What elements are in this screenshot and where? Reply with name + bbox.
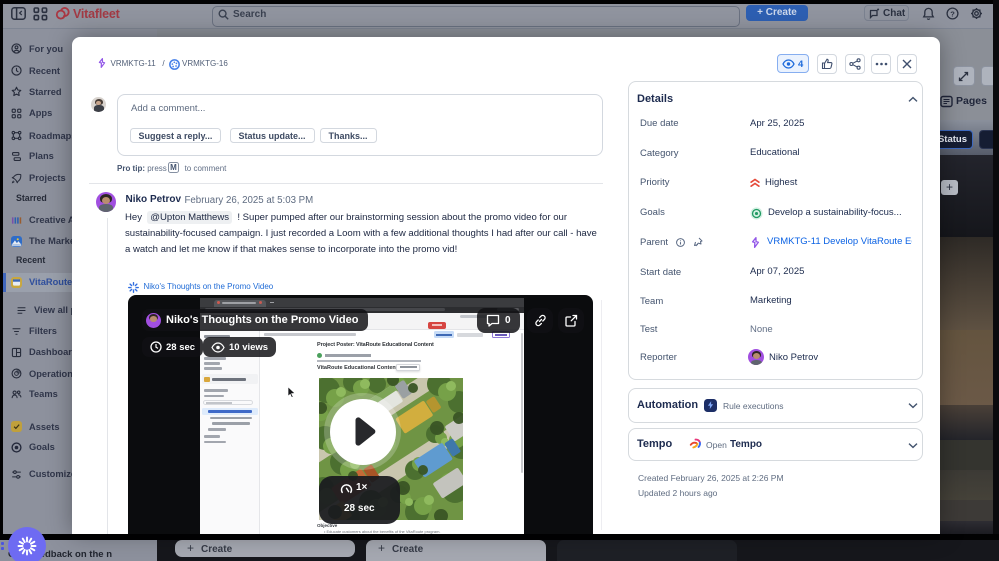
svg-text:?: ? <box>950 9 955 18</box>
